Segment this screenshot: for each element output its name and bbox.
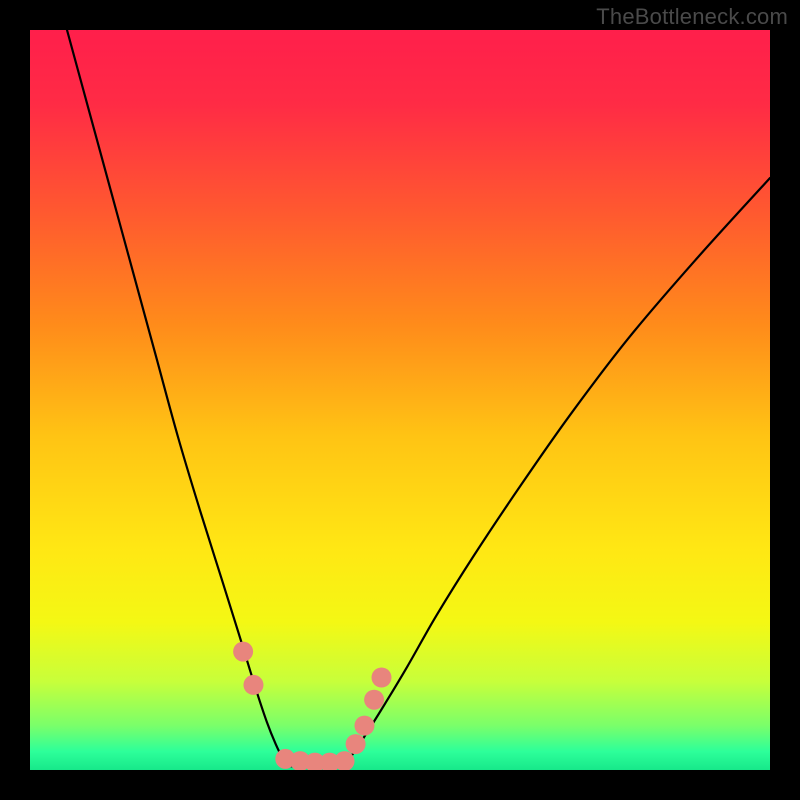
gradient-background xyxy=(30,30,770,770)
data-marker xyxy=(346,734,366,754)
data-marker xyxy=(243,675,263,695)
plot-frame xyxy=(30,30,770,770)
data-marker xyxy=(233,642,253,662)
watermark-text: TheBottleneck.com xyxy=(596,4,788,30)
data-marker xyxy=(364,690,384,710)
bottleneck-chart xyxy=(30,30,770,770)
data-marker xyxy=(354,716,374,736)
data-marker xyxy=(372,668,392,688)
